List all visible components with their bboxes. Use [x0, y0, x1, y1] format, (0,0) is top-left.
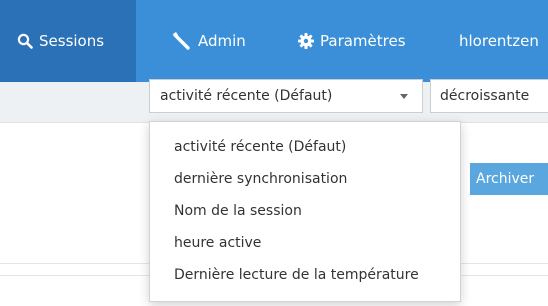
order-select[interactable]: décroissante [430, 79, 548, 113]
archive-button[interactable]: Archiver [470, 163, 548, 195]
sort-option-recent-activity[interactable]: activité récente (Défaut) [150, 131, 460, 163]
nav-sessions-label: Sessions [39, 32, 105, 50]
nav-admin-label: Admin [198, 32, 246, 50]
nav-sessions[interactable]: Sessions [0, 0, 136, 82]
search-icon [17, 33, 33, 49]
nav-user-label: hlorentzen [459, 32, 539, 50]
caret-down-icon [400, 94, 408, 99]
sort-option-active-time[interactable]: heure active [150, 227, 460, 259]
sort-option-last-sync[interactable]: dernière synchronisation [150, 163, 460, 195]
nav-user[interactable]: hlorentzen [459, 0, 539, 82]
sort-select[interactable]: activité récente (Défaut) [149, 79, 423, 113]
nav-admin[interactable]: Admin [172, 0, 246, 82]
nav-settings[interactable]: Paramètres [298, 0, 406, 82]
nav-settings-label: Paramètres [320, 32, 406, 50]
sort-dropdown-menu: activité récente (Défaut) dernière synch… [149, 121, 461, 302]
sort-option-last-temperature[interactable]: Dernière lecture de la température [150, 259, 460, 291]
order-select-value: décroissante [440, 88, 530, 104]
wrench-icon [172, 32, 192, 50]
sort-option-session-name[interactable]: Nom de la session [150, 195, 460, 227]
sort-select-value: activité récente (Défaut) [160, 88, 333, 104]
top-navbar: Sessions Admin Paramètres hlorentzen [0, 0, 548, 82]
gear-icon [298, 33, 314, 49]
